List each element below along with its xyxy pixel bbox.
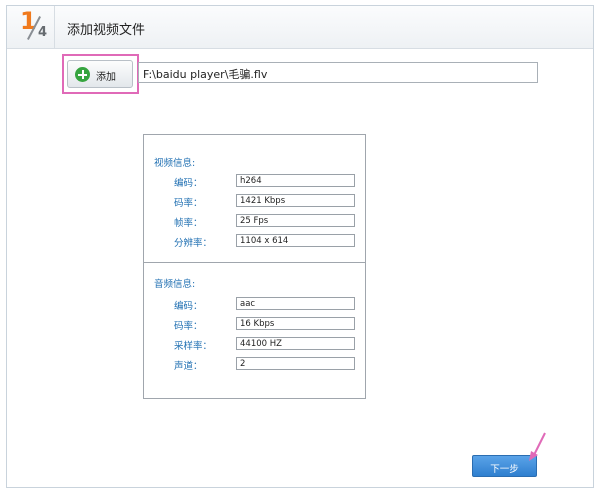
arrow-annotation-icon: [529, 432, 546, 461]
audio-channels-field[interactable]: 2: [236, 357, 355, 370]
audio-bitrate-field[interactable]: 16 Kbps: [236, 317, 355, 330]
audio-samplerate-value: 44100 HZ: [240, 339, 282, 349]
wizard-header: 1 4 添加视频文件: [7, 6, 593, 49]
header-divider: [54, 6, 55, 49]
wizard-dialog: 1 4 添加视频文件 添加 F:\baidu player\毛骗.flv 视频信…: [6, 5, 594, 488]
video-resolution-field[interactable]: 1104 x 614: [236, 234, 355, 247]
video-framerate-field[interactable]: 25 Fps: [236, 214, 355, 227]
audio-samplerate-label: 采样率：: [174, 341, 213, 352]
video-bitrate-value: 1421 Kbps: [240, 196, 286, 206]
audio-codec-field[interactable]: aac: [236, 297, 355, 310]
media-info-panel: 视频信息: 编码： h264 码率： 1421 Kbps 帧率： 25 Fps …: [143, 134, 366, 399]
video-codec-field[interactable]: h264: [236, 174, 355, 187]
audio-samplerate-field[interactable]: 44100 HZ: [236, 337, 355, 350]
video-info-title: 视频信息:: [154, 158, 196, 169]
file-path-value: F:\baidu player\毛骗.flv: [143, 68, 268, 81]
step-current: 1: [20, 7, 37, 35]
audio-info-title: 音频信息:: [154, 279, 196, 290]
video-resolution-label: 分辨率：: [174, 238, 213, 249]
page-title: 添加视频文件: [67, 23, 146, 38]
section-divider: [144, 262, 365, 263]
add-file-button[interactable]: 添加: [67, 60, 133, 88]
video-codec-value: h264: [240, 176, 262, 186]
video-framerate-value: 25 Fps: [240, 216, 269, 226]
video-bitrate-label: 码率：: [174, 198, 203, 209]
audio-codec-value: aac: [240, 299, 256, 309]
audio-bitrate-value: 16 Kbps: [240, 319, 275, 329]
video-resolution-value: 1104 x 614: [240, 236, 289, 246]
add-button-label: 添加: [96, 72, 116, 83]
audio-bitrate-label: 码率：: [174, 321, 203, 332]
audio-channels-value: 2: [240, 359, 246, 369]
audio-channels-label: 声道：: [174, 361, 203, 372]
video-bitrate-field[interactable]: 1421 Kbps: [236, 194, 355, 207]
audio-codec-label: 编码：: [174, 301, 203, 312]
plus-circle-icon: [75, 67, 90, 82]
step-total: 4: [38, 25, 48, 40]
next-step-label: 下一步: [490, 464, 519, 475]
video-framerate-label: 帧率：: [174, 218, 203, 229]
file-path-field[interactable]: F:\baidu player\毛骗.flv: [138, 62, 538, 83]
video-codec-label: 编码：: [174, 178, 203, 189]
